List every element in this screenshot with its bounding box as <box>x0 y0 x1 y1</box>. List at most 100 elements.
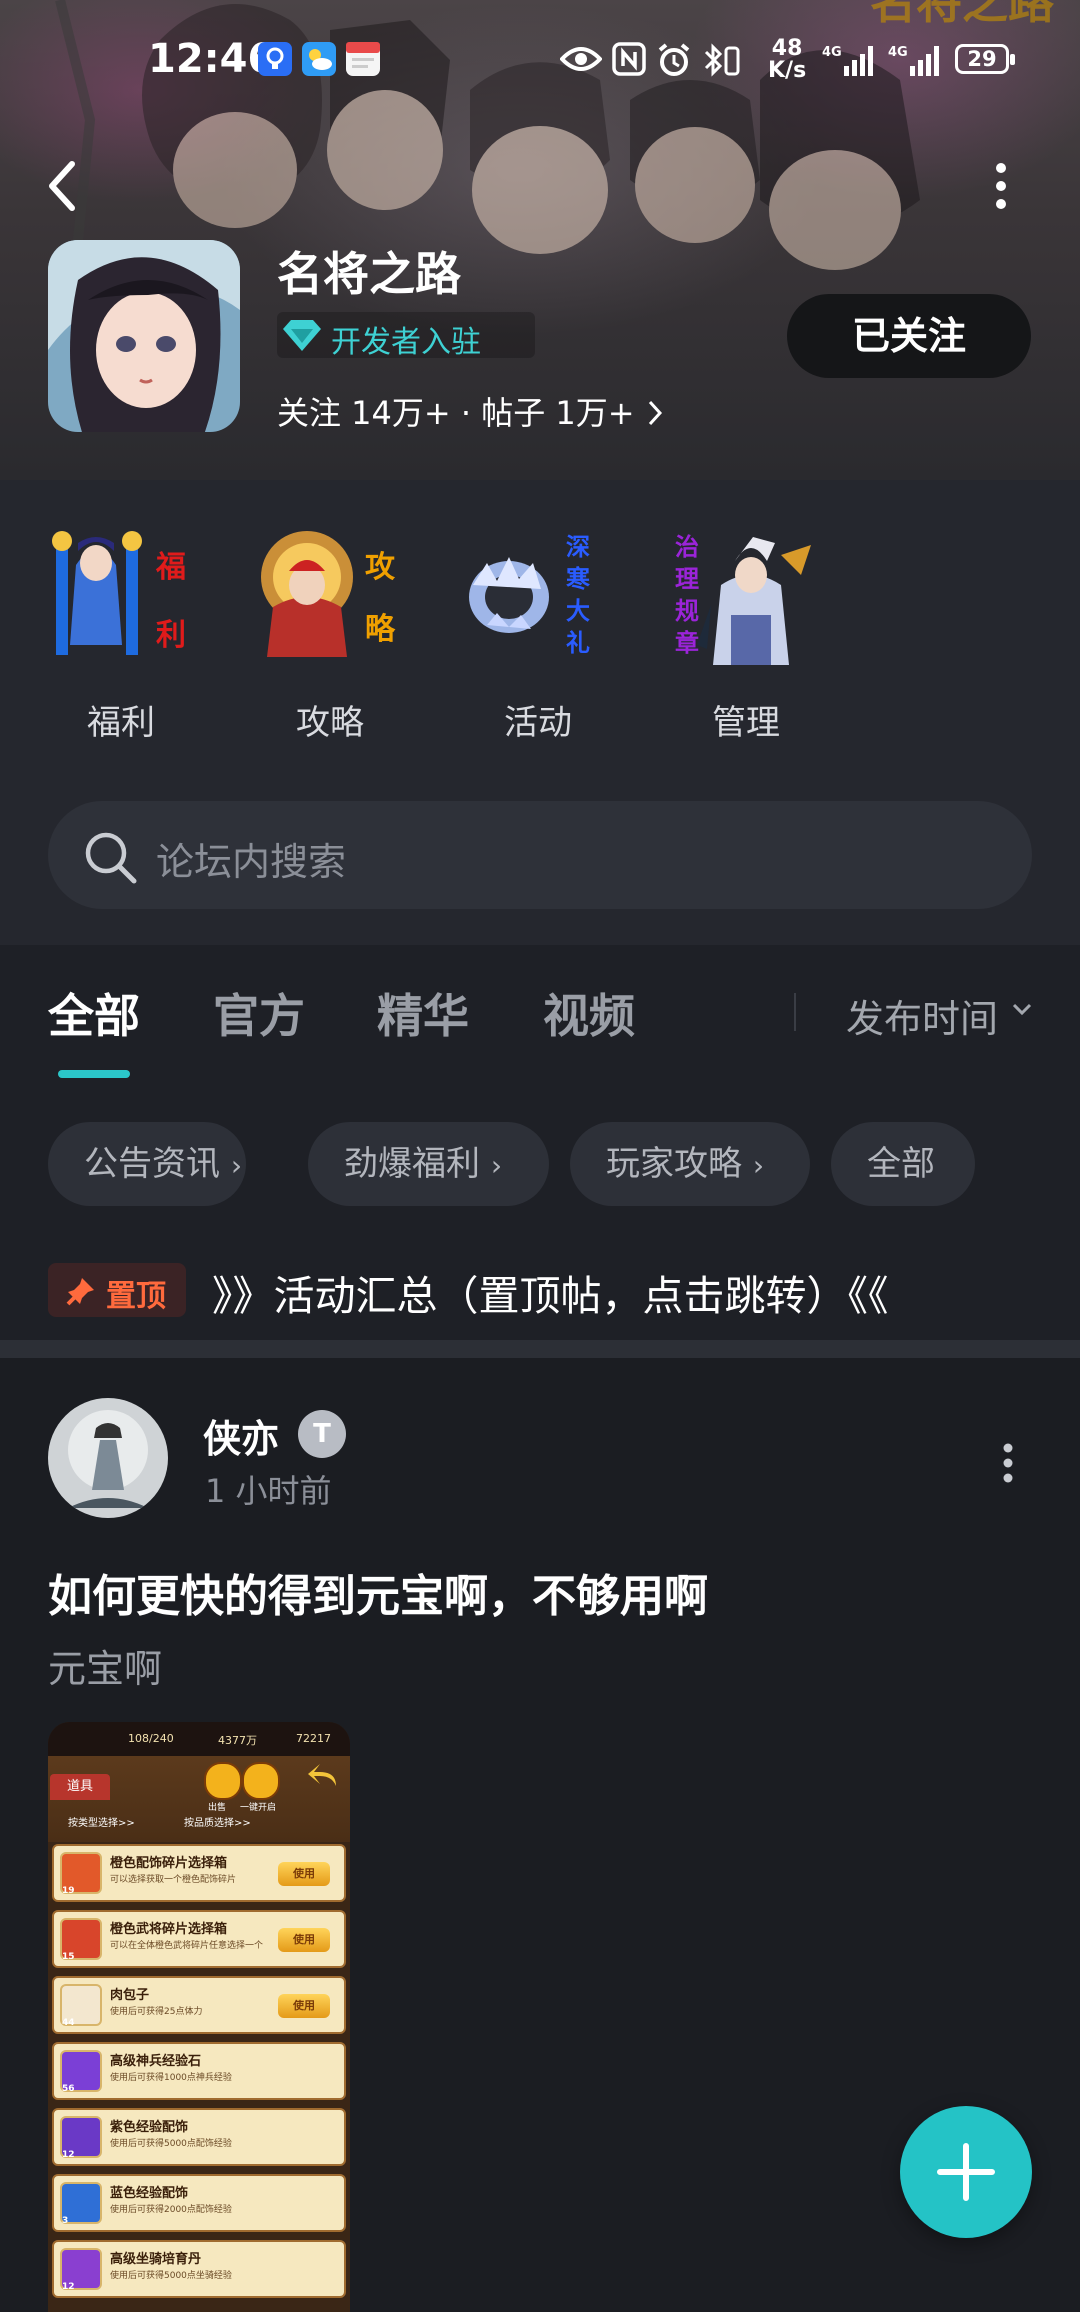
item-description: 使用后可获得25点体力 <box>110 2007 203 2017</box>
network-speed-value: 48 <box>771 36 803 61</box>
filter-chip-welfare[interactable]: 劲爆福利 › <box>308 1122 549 1206</box>
filter-by-type: 按类型选择>> <box>68 1818 135 1829</box>
management-art-char3: 规 <box>675 597 699 625</box>
welfare-art: 福 利 <box>36 515 206 675</box>
plus-icon <box>937 2143 995 2201</box>
post-more-icon[interactable] <box>998 1440 1018 1486</box>
events-art: 深 寒 大 礼 <box>453 515 623 675</box>
chip-label: 玩家攻略 <box>606 1144 742 1184</box>
item-count: 12 <box>62 2282 75 2292</box>
tab-featured[interactable]: 精华 <box>377 980 469 1046</box>
item-name: 肉包子 <box>110 1988 150 2003</box>
filter-chip-all[interactable]: 全部 <box>831 1122 975 1206</box>
item-name: 蓝色经验配饰 <box>110 2186 189 2201</box>
guide-art-char1: 攻 <box>365 550 396 585</box>
welfare-art-char2: 利 <box>156 618 186 653</box>
forum-stats[interactable]: 关注 14万+ · 帖子 1万+ <box>277 388 665 434</box>
calendar-app-icon <box>346 42 380 76</box>
post-timestamp: 1 小时前 <box>205 1472 332 1510</box>
quick-link-management[interactable]: 治 理 规 章 管理 <box>661 515 831 744</box>
filter-chip-announcements[interactable]: 公告资讯 › <box>48 1122 246 1206</box>
item-description: 使用后可获得5000点坐骑经验 <box>110 2271 232 2281</box>
search-input[interactable]: 论坛内搜索 <box>156 831 346 886</box>
diamond-icon <box>283 320 321 351</box>
inventory-item: 橙色配饰碎片选择箱 可以选择获取一个橙色配饰碎片 19 使用 <box>52 1844 346 1902</box>
pinned-post-title[interactable]: 》》活动汇总（置顶帖，点击跳转）《《 <box>212 1262 889 1322</box>
coin-value: 4377万 <box>218 1734 257 1747</box>
sort-dropdown[interactable]: 发布时间 <box>846 988 998 1043</box>
battery-icon: 29 <box>955 44 1015 74</box>
pinned-badge-label: 置顶 <box>106 1279 166 1314</box>
create-post-button[interactable] <box>900 2106 1032 2238</box>
network-speed-unit: K/s <box>768 58 807 83</box>
post-title[interactable]: 如何更快的得到元宝啊，不够用啊 <box>48 1560 708 1624</box>
post-image[interactable]: 108/240 4377万 72217 道具 出售 一键开启 按类型选择>> 按… <box>48 1722 350 2312</box>
chevron-right-icon: › <box>230 1149 243 1182</box>
alarm-icon <box>658 43 690 76</box>
events-art-char1: 深 <box>566 533 590 561</box>
developer-badge-label: 开发者入驻 <box>331 325 481 360</box>
welfare-art-char1: 福 <box>155 550 186 585</box>
item-name: 紫色经验配饰 <box>110 2120 189 2135</box>
quick-link-guide[interactable]: 攻 略 攻略 <box>245 515 415 744</box>
guide-art-char2: 略 <box>365 612 396 647</box>
game-title: 名将之路 <box>277 247 461 301</box>
quick-link-label: 活动 <box>504 703 572 743</box>
active-tab-indicator <box>58 1070 130 1078</box>
status-bar: 12:46 48 K/s 4G 4G 29 <box>0 0 1080 120</box>
item-description: 使用后可获得1000点神兵经验 <box>110 2073 232 2083</box>
chip-label: 公告资讯 <box>84 1144 220 1184</box>
item-name: 橙色配饰碎片选择箱 <box>110 1856 228 1871</box>
signal-label: 4G <box>888 45 908 60</box>
tab-all[interactable]: 全部 <box>48 980 140 1046</box>
pin-icon <box>66 1278 94 1306</box>
tab-video[interactable]: 视频 <box>543 980 635 1046</box>
guide-art: 攻 略 <box>245 515 415 675</box>
management-art: 治 理 规 章 <box>661 515 831 675</box>
chevron-down-icon[interactable] <box>1011 1001 1033 1017</box>
back-arrow-icon[interactable] <box>42 156 82 216</box>
clock: 12:46 <box>148 36 276 82</box>
forum-search-box[interactable]: 论坛内搜索 <box>48 801 1032 909</box>
more-options-icon[interactable] <box>986 156 1016 216</box>
inventory-tab: 道具 <box>50 1774 110 1800</box>
developer-badge[interactable]: 开发者入驻 <box>277 312 535 360</box>
item-count: 19 <box>62 1886 75 1896</box>
management-art-char2: 理 <box>675 565 699 593</box>
return-arrow-icon <box>308 1764 336 1786</box>
game-icon <box>48 240 240 432</box>
quick-link-label: 攻略 <box>296 703 364 743</box>
item-name: 橙色武将碎片选择箱 <box>110 1922 228 1937</box>
sell-label: 出售 <box>208 1803 227 1813</box>
notification-app-icon <box>258 42 292 76</box>
chevron-right-icon: › <box>490 1149 503 1182</box>
tab-divider <box>794 993 796 1031</box>
use-item-button: 使用 <box>278 1928 330 1952</box>
stamina-value: 108/240 <box>128 1732 174 1745</box>
tab-official[interactable]: 官方 <box>213 980 305 1046</box>
post-body[interactable]: 元宝啊 <box>48 1638 162 1693</box>
filter-chip-guides[interactable]: 玩家攻略 › <box>570 1122 810 1206</box>
post-author-name[interactable]: 侠亦 <box>203 1408 279 1463</box>
quick-link-label: 福利 <box>87 703 155 743</box>
item-name: 高级坐骑培育丹 <box>110 2252 202 2267</box>
inventory-item: 蓝色经验配饰 使用后可获得2000点配饰经验 3 <box>52 2174 346 2232</box>
filter-by-quality: 按品质选择>> <box>184 1818 251 1829</box>
quick-link-events[interactable]: 深 寒 大 礼 活动 <box>453 515 623 744</box>
chevron-right-icon <box>648 400 662 426</box>
game-inventory-header: 道具 出售 一键开启 按类型选择>> 按品质选择>> <box>48 1756 350 1842</box>
item-count: 44 <box>62 2018 75 2028</box>
avatar[interactable] <box>48 1398 168 1518</box>
item-description: 可以选择获取一个橙色配饰碎片 <box>110 1875 237 1885</box>
item-name: 高级神兵经验石 <box>110 2054 202 2069</box>
section-divider <box>0 1340 1080 1358</box>
chevron-right-icon: › <box>752 1149 765 1182</box>
chip-label: 劲爆福利 <box>344 1144 480 1184</box>
follow-button[interactable]: 已关注 <box>787 294 1031 378</box>
quick-link-welfare[interactable]: 福 利 福利 <box>36 515 206 744</box>
pinned-badge: 置顶 <box>48 1263 186 1317</box>
inventory-item: 肉包子 使用后可获得25点体力 44 使用 <box>52 1976 346 2034</box>
inventory-item: 紫色经验配饰 使用后可获得5000点配饰经验 12 <box>52 2108 346 2166</box>
open-all-label: 一键开启 <box>240 1803 277 1813</box>
item-count: 12 <box>62 2150 75 2160</box>
